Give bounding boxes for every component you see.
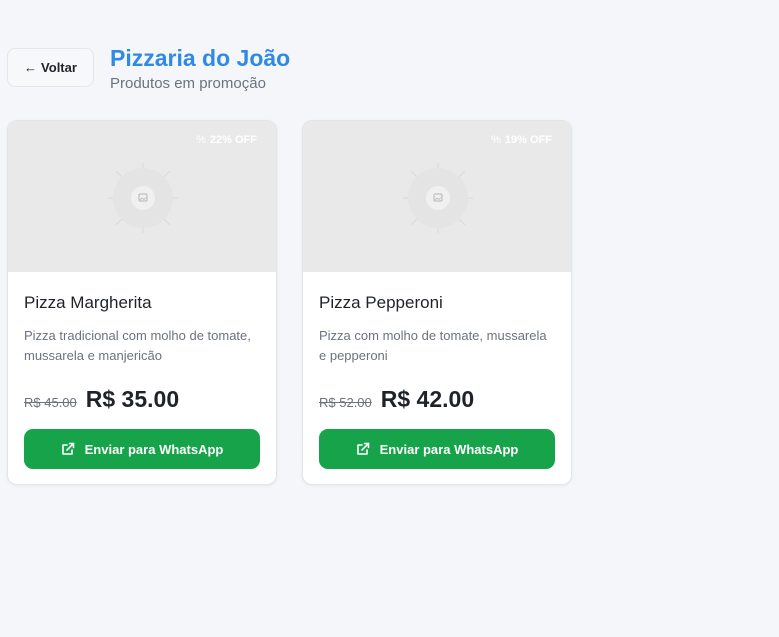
discount-badge: % 22% OFF (196, 134, 257, 146)
percent-icon: % (196, 134, 206, 146)
back-button-label: Voltar (41, 60, 77, 75)
back-button[interactable]: ← Voltar (7, 48, 94, 87)
header: ← Voltar Pizzaria do João Produtos em pr… (7, 44, 290, 92)
product-description: Pizza com molho de tomate, mussarela e p… (319, 328, 547, 363)
new-price: R$ 35.00 (85, 386, 180, 412)
page-subtitle: Produtos em promoção (110, 75, 266, 92)
external-link-icon (356, 442, 370, 456)
price-row: R$ 45.00 R$ 35.00 (24, 386, 260, 413)
product-description: Pizza tradicional com molho de tomate, m… (24, 328, 251, 363)
send-whatsapp-label: Enviar para WhatsApp (84, 441, 224, 457)
external-link-icon (61, 442, 75, 456)
product-name: Pizza Pepperoni (319, 293, 443, 312)
title-block: Pizzaria do João Produtos em promoção (110, 44, 290, 92)
send-whatsapp-label: Enviar para WhatsApp (379, 441, 519, 457)
discount-label: 19% OFF (504, 134, 552, 146)
card-body: Pizza Margherita Pizza tradicional com m… (8, 272, 276, 469)
percent-icon: % (491, 134, 501, 146)
price-row: R$ 52.00 R$ 42.00 (319, 386, 555, 413)
card-body: Pizza Pepperoni Pizza com molho de tomat… (303, 272, 571, 469)
old-price: R$ 52.00 (319, 395, 372, 410)
arrow-left-icon: ← (24, 60, 38, 75)
old-price: R$ 45.00 (24, 395, 77, 410)
discount-label: 22% OFF (209, 134, 257, 146)
send-whatsapp-button[interactable]: Enviar para WhatsApp (24, 429, 260, 469)
product-card: % 19% OFF Pizza Pepperoni Pizza com molh… (302, 120, 572, 485)
product-image: % 19% OFF (303, 121, 571, 272)
new-price: R$ 42.00 (380, 386, 475, 412)
page: ← Voltar Pizzaria do João Produtos em pr… (0, 0, 779, 637)
product-image: % 22% OFF (8, 121, 276, 272)
product-name: Pizza Margherita (24, 293, 152, 312)
discount-badge: % 19% OFF (491, 134, 552, 146)
product-card: % 22% OFF Pizza Margherita Pizza tradici… (7, 120, 277, 485)
image-placeholder-icon (403, 163, 473, 233)
image-placeholder-icon (108, 163, 178, 233)
product-list: % 22% OFF Pizza Margherita Pizza tradici… (7, 120, 597, 485)
send-whatsapp-button[interactable]: Enviar para WhatsApp (319, 429, 555, 469)
page-title: Pizzaria do João (110, 45, 291, 71)
